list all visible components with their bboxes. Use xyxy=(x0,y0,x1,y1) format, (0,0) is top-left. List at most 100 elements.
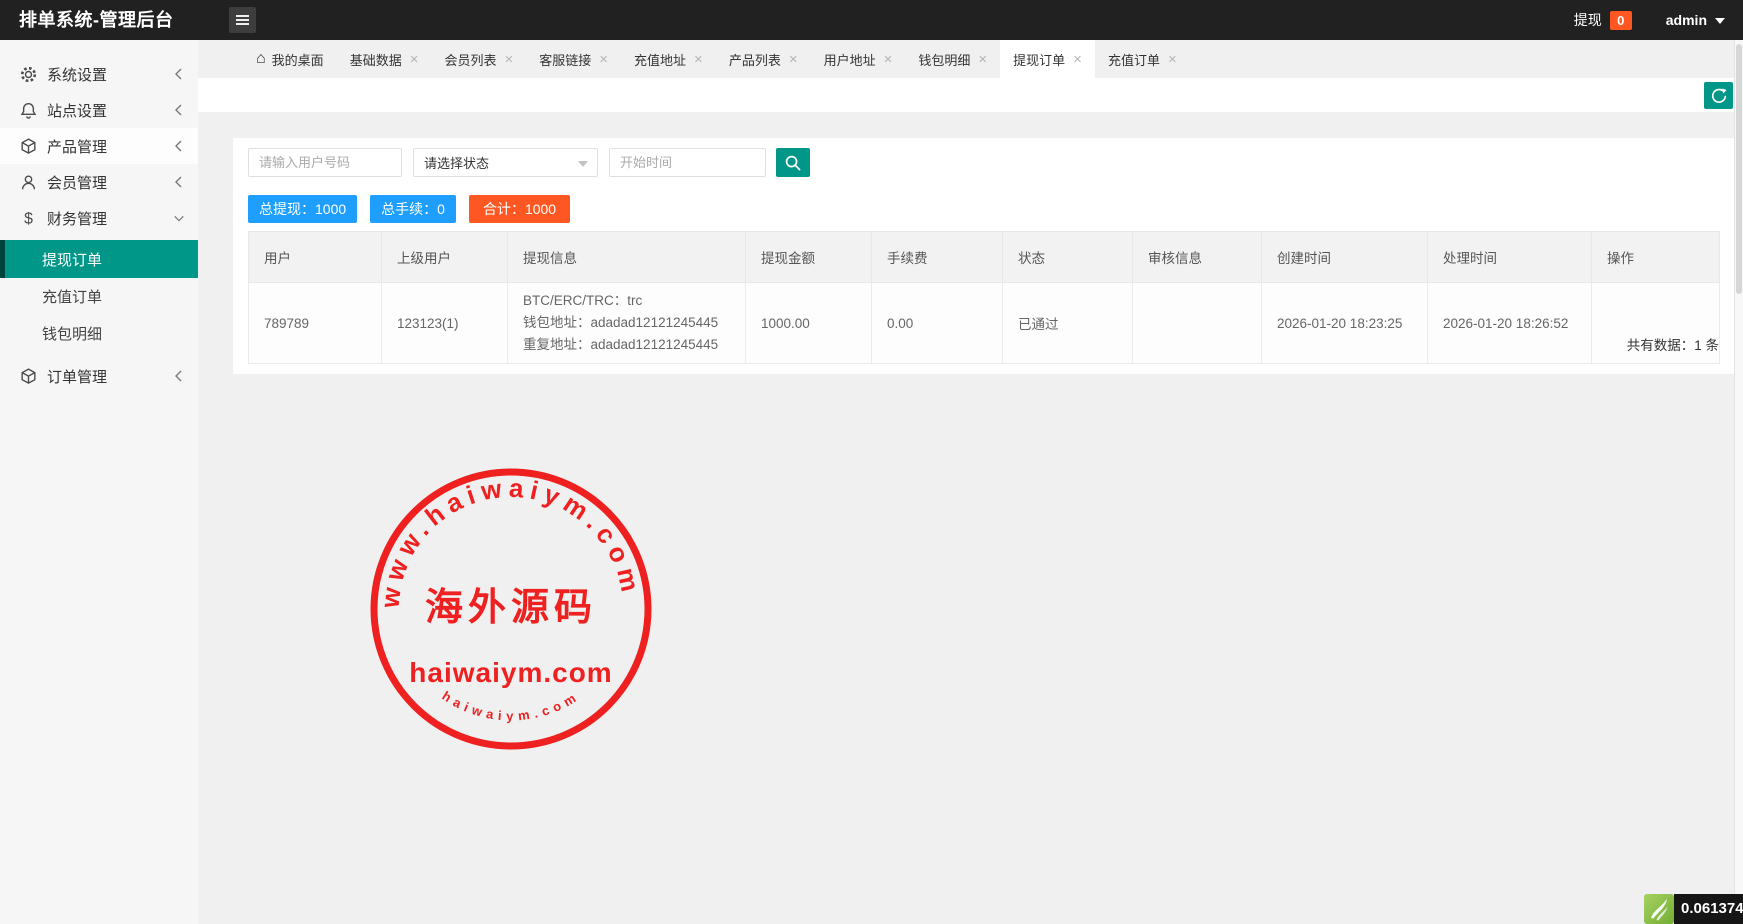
sidebar-item-member-management[interactable]: 会员管理 xyxy=(0,164,198,200)
sidebar-item-system-settings[interactable]: 系统设置 xyxy=(0,56,198,92)
withdraw-notice-button[interactable]: 提现 0 xyxy=(1574,10,1632,30)
stamp-bottom-text: haiwaiym.com xyxy=(439,688,582,723)
total-withdraw-stat[interactable]: 总提现：1000 xyxy=(248,195,357,223)
sidebar-subitem-recharge-orders[interactable]: 充值订单 xyxy=(0,278,198,315)
topbar-right: 提现 0 admin xyxy=(1574,0,1725,40)
tab-label: 提现订单 xyxy=(1013,50,1065,69)
tab-product-list[interactable]: 产品列表 xyxy=(716,40,811,78)
tab-label: 充值地址 xyxy=(634,50,686,69)
sidebar-item-label: 财务管理 xyxy=(47,208,107,229)
sidebar: 系统设置 站点设置 产品管理 xyxy=(0,40,198,924)
start-time-input[interactable] xyxy=(609,148,766,177)
user-number-input[interactable] xyxy=(248,148,402,177)
topbar: 排单系统-管理后台 提现 0 admin xyxy=(0,0,1743,40)
sidebar-item-finance-management[interactable]: $ 财务管理 xyxy=(0,200,198,236)
withdraw-orders-table: 用户 上级用户 提现信息 提现金额 手续费 状态 审核信息 创建时间 处理时间 … xyxy=(248,231,1720,364)
cube-icon xyxy=(19,367,38,386)
col-user: 用户 xyxy=(249,232,382,283)
chevron-left-icon xyxy=(173,67,185,81)
col-fee: 手续费 xyxy=(872,232,1003,283)
gear-icon xyxy=(19,65,38,84)
tab-member-list[interactable]: 会员列表 xyxy=(431,40,526,78)
refresh-button[interactable] xyxy=(1704,82,1733,109)
hamburger-bars xyxy=(236,15,249,17)
tab-label: 会员列表 xyxy=(444,50,496,69)
total-fee-stat[interactable]: 总手续：0 xyxy=(370,195,456,223)
sidebar-item-product-management[interactable]: 产品管理 xyxy=(0,128,198,164)
withdraw-orders-panel: 请选择状态 总提现：1000 总手续：0 合计：1000 共有数据：1 条 xyxy=(233,138,1735,374)
tab-recharge-address[interactable]: 充值地址 xyxy=(621,40,716,78)
scrollbar-thumb[interactable] xyxy=(1736,44,1742,294)
sidebar-item-label: 系统设置 xyxy=(47,64,107,85)
sidebar-item-site-settings[interactable]: 站点设置 xyxy=(0,92,198,128)
user-menu[interactable]: admin xyxy=(1666,12,1725,29)
home-icon xyxy=(256,50,272,68)
tab-user-address[interactable]: 用户地址 xyxy=(811,40,906,78)
tab-withdraw-orders[interactable]: 提现订单 xyxy=(1000,40,1095,78)
tab-label: 产品列表 xyxy=(729,50,781,69)
col-status: 状态 xyxy=(1003,232,1133,283)
refresh-icon xyxy=(1710,87,1728,105)
close-icon[interactable] xyxy=(1073,52,1082,67)
stamp-circle xyxy=(374,472,648,746)
sidebar-subitem-withdraw-orders[interactable]: 提现订单 xyxy=(0,240,198,278)
tab-basic-data[interactable]: 基础数据 xyxy=(337,40,432,78)
col-processed-time: 处理时间 xyxy=(1428,232,1592,283)
tab-label: 基础数据 xyxy=(350,50,402,69)
hamburger-icon[interactable] xyxy=(229,7,256,33)
close-icon[interactable] xyxy=(504,52,513,67)
thinkphp-logo-icon[interactable] xyxy=(1644,894,1674,924)
stamp-center-text: 海外源码 xyxy=(425,587,597,629)
trace-bar: 0.061374s xyxy=(1644,894,1743,924)
col-withdraw-info: 提现信息 xyxy=(508,232,746,283)
cell-created: 2026-01-20 18:23:25 xyxy=(1262,283,1428,364)
close-icon[interactable] xyxy=(694,52,703,67)
table-row: 789789 123123(1) BTC/ERC/TRC：trc 钱包地址：ad… xyxy=(249,283,1720,364)
svg-text:www.haiwaiym.com: www.haiwaiym.com xyxy=(374,473,647,611)
admin-app: 排单系统-管理后台 提现 0 admin 系统设置 xyxy=(0,0,1743,924)
cube-icon xyxy=(19,137,38,156)
total-sum-stat[interactable]: 合计：1000 xyxy=(469,195,570,223)
info-repeat-address: 重复地址：adadad12121245445 xyxy=(523,334,745,356)
sidebar-subitem-label: 提现订单 xyxy=(42,249,102,270)
tab-recharge-orders[interactable]: 充值订单 xyxy=(1095,40,1190,78)
tab-label: 用户地址 xyxy=(824,50,876,69)
close-icon[interactable] xyxy=(1168,52,1177,67)
col-audit-info: 审核信息 xyxy=(1133,232,1262,283)
withdraw-label: 提现 xyxy=(1574,10,1602,30)
sidebar-item-label: 产品管理 xyxy=(47,136,107,157)
tab-bar: 我的桌面 基础数据 会员列表 客服链接 充值地址 产品列表 用户地址 钱包明细 … xyxy=(198,40,1743,78)
search-button[interactable] xyxy=(776,148,810,177)
status-select-value: 请选择状态 xyxy=(424,153,489,172)
chevron-left-icon xyxy=(173,175,185,189)
username: admin xyxy=(1666,12,1707,28)
sidebar-item-label: 订单管理 xyxy=(47,366,107,387)
close-icon[interactable] xyxy=(884,52,893,67)
col-created-time: 创建时间 xyxy=(1262,232,1428,283)
table-header-row: 用户 上级用户 提现信息 提现金额 手续费 状态 审核信息 创建时间 处理时间 … xyxy=(249,232,1720,283)
tab-service-link[interactable]: 客服链接 xyxy=(526,40,621,78)
sidebar-subitem-wallet-details[interactable]: 钱包明细 xyxy=(0,315,198,352)
user-icon xyxy=(19,173,38,192)
tab-toolbar xyxy=(198,78,1743,112)
cell-amount: 1000.00 xyxy=(746,283,872,364)
close-icon[interactable] xyxy=(978,52,987,67)
tab-wallet-details[interactable]: 钱包明细 xyxy=(905,40,1000,78)
col-withdraw-amount: 提现金额 xyxy=(746,232,872,283)
tab-desktop[interactable]: 我的桌面 xyxy=(243,40,337,78)
status-select[interactable]: 请选择状态 xyxy=(413,148,598,177)
cell-fee: 0.00 xyxy=(872,283,1003,364)
stats-row: 总提现：1000 总手续：0 合计：1000 xyxy=(248,195,1720,223)
tab-label: 钱包明细 xyxy=(918,50,970,69)
sidebar-item-order-management[interactable]: 订单管理 xyxy=(0,358,198,394)
svg-text:haiwaiym.com: haiwaiym.com xyxy=(439,688,582,723)
close-icon[interactable] xyxy=(599,52,608,67)
info-wallet-address: 钱包地址：adadad12121245445 xyxy=(523,312,745,334)
sidebar-subitem-label: 充值订单 xyxy=(42,286,102,307)
tab-label: 我的桌面 xyxy=(272,50,324,69)
cell-user: 789789 xyxy=(249,283,382,364)
cell-audit xyxy=(1133,283,1262,364)
close-icon[interactable] xyxy=(410,52,419,67)
close-icon[interactable] xyxy=(789,52,798,67)
chevron-left-icon xyxy=(173,103,185,117)
